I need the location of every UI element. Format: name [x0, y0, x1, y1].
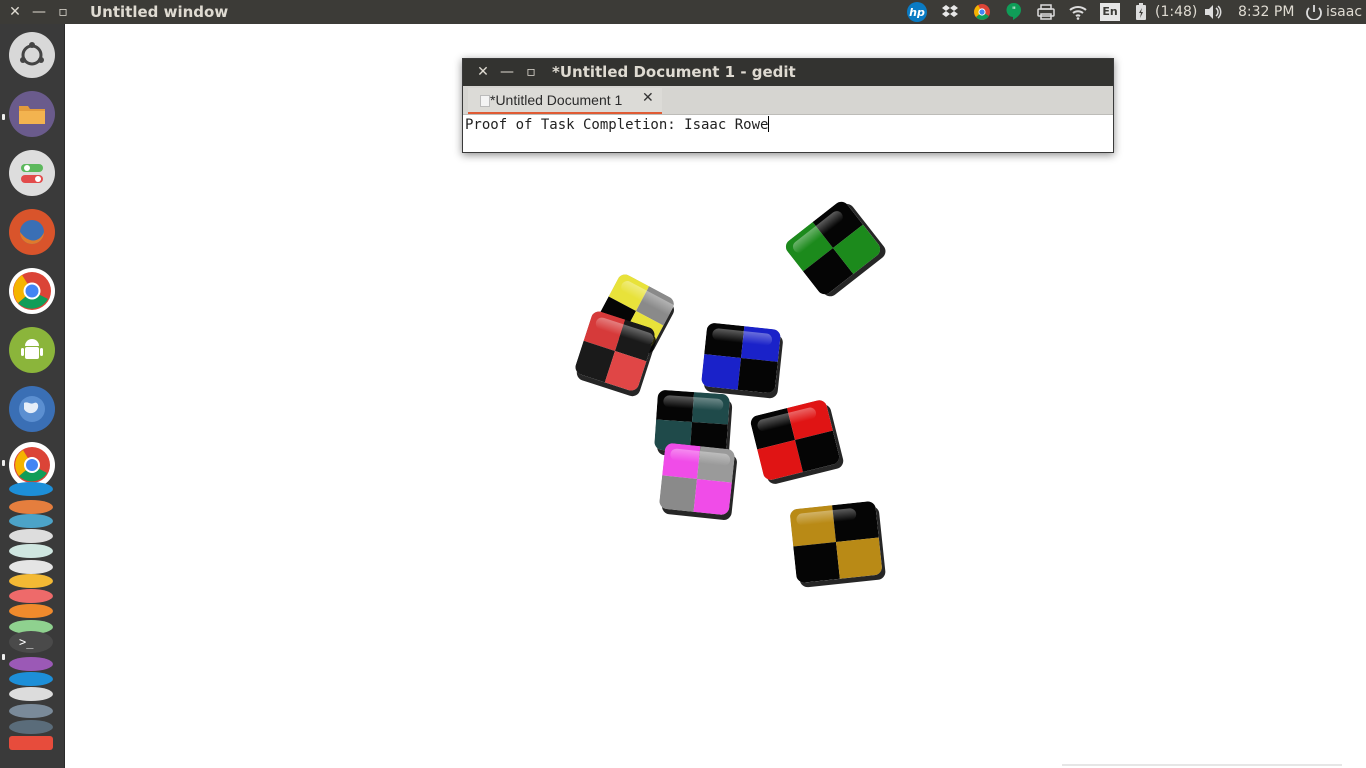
clock[interactable]: 8:32 PM: [1238, 0, 1294, 24]
battery-time: (1:48): [1155, 4, 1198, 20]
green-cube: [782, 198, 884, 298]
gold-cube: [789, 500, 883, 584]
text-editor[interactable]: Proof of Task Completion: Isaac Rowe: [465, 116, 770, 133]
pink-cube: [658, 442, 736, 516]
stacked-app-icon[interactable]: [9, 704, 53, 718]
stacked-app-icon[interactable]: [9, 544, 53, 558]
gedit-tabbar: *Untitled Document 1 ✕: [463, 86, 1113, 115]
tab-close-icon[interactable]: ✕: [642, 90, 654, 106]
divider: [1062, 764, 1342, 766]
hp-icon[interactable]: hp: [905, 0, 929, 24]
chrome-icon[interactable]: [970, 0, 994, 24]
gedit-window: ✕ — ▫ *Untitled Document 1 - gedit *Unti…: [462, 58, 1114, 153]
system-settings-icon[interactable]: [9, 150, 55, 196]
keyboard-icon[interactable]: En: [1098, 0, 1122, 24]
blue-cube: [700, 322, 782, 394]
printer-icon[interactable]: [1034, 0, 1058, 24]
gedit-title: *Untitled Document 1 - gedit: [552, 63, 796, 81]
red-cube: [749, 398, 841, 482]
stacked-app-icon[interactable]: [9, 720, 53, 734]
gedit-maximize-button[interactable]: ▫: [521, 59, 541, 86]
top-panel: ✕ — ▫ Untitled window hp " En (1:48) 8:3…: [0, 0, 1366, 24]
username[interactable]: isaac: [1326, 0, 1362, 24]
hangouts-icon[interactable]: ": [1002, 0, 1026, 24]
ubuntu-dash-icon[interactable]: [9, 32, 55, 78]
stacked-app-icon[interactable]: [9, 529, 53, 543]
keyboard-layout: En: [1100, 3, 1120, 21]
stacked-app-icon[interactable]: [9, 574, 53, 588]
stacked-app-icon[interactable]: [9, 657, 53, 671]
tab-untitled-document-1[interactable]: *Untitled Document 1 ✕: [468, 88, 662, 114]
android-studio-icon[interactable]: [9, 327, 55, 373]
window-title: Untitled window: [90, 3, 229, 21]
wifi-icon[interactable]: [1066, 0, 1090, 24]
running-indicator: [2, 114, 5, 120]
svg-text:hp: hp: [909, 6, 925, 19]
gedit-minimize-button[interactable]: —: [497, 59, 517, 86]
text-cursor: [768, 116, 770, 132]
stacked-app-icon[interactable]: [9, 672, 53, 686]
files-icon[interactable]: [9, 91, 55, 137]
stacked-app-icon[interactable]: [9, 500, 53, 514]
dropbox-icon[interactable]: [938, 0, 962, 24]
stacked-app-icon[interactable]: [9, 589, 53, 603]
gedit-titlebar[interactable]: ✕ — ▫ *Untitled Document 1 - gedit: [463, 59, 1113, 86]
terminal-icon[interactable]: >_: [9, 631, 53, 653]
close-window-button[interactable]: ✕: [4, 0, 26, 24]
web-browser-icon[interactable]: [9, 386, 55, 432]
document-icon: [480, 95, 490, 107]
svg-text:": ": [1012, 6, 1016, 16]
running-indicator: [2, 654, 5, 660]
firefox-icon[interactable]: [9, 209, 55, 255]
launcher: >_: [0, 24, 65, 768]
stacked-app-icon[interactable]: [9, 514, 53, 528]
chrome-launcher-icon[interactable]: [9, 268, 55, 314]
stacked-app-icon[interactable]: [9, 560, 53, 574]
tab-label: *Untitled Document 1: [490, 92, 623, 108]
battery-icon[interactable]: [1131, 0, 1151, 24]
running-indicator: [2, 460, 5, 466]
maximize-window-button[interactable]: ▫: [52, 0, 74, 24]
stacked-app-icon[interactable]: [9, 604, 53, 618]
gedit-close-button[interactable]: ✕: [473, 59, 493, 86]
session-icon[interactable]: [1304, 0, 1324, 24]
stacked-app-icon[interactable]: [9, 482, 53, 496]
stacked-app-icon[interactable]: [9, 687, 53, 701]
trash-icon[interactable]: [9, 736, 53, 750]
minimize-window-button[interactable]: —: [28, 0, 50, 24]
volume-icon[interactable]: [1203, 0, 1225, 24]
document-content: Proof of Task Completion: Isaac Rowe: [465, 117, 769, 133]
